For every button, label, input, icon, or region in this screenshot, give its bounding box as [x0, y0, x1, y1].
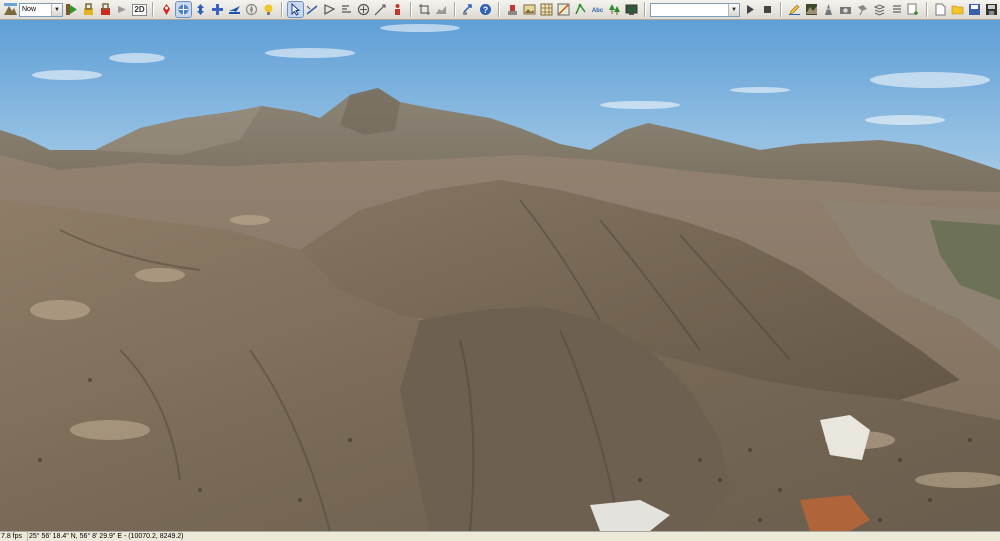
separator — [281, 2, 283, 17]
3d-terrain-viewport[interactable] — [0, 20, 1000, 531]
svg-text:Abc: Abc — [592, 8, 604, 14]
globe-rotate-icon[interactable] — [175, 1, 192, 18]
flag-red-icon[interactable] — [505, 2, 520, 17]
stop-icon[interactable] — [760, 2, 775, 17]
circle-target-icon[interactable] — [356, 2, 371, 17]
terrain-3d-icon[interactable] — [804, 2, 819, 17]
label-abc-icon[interactable]: Abc — [590, 2, 605, 17]
time-select-value: Now — [22, 6, 37, 13]
add-page-icon[interactable] — [906, 2, 921, 17]
view-mode-2d-button[interactable]: 2D — [132, 2, 147, 17]
separator — [926, 2, 928, 17]
forward-gray-icon[interactable] — [115, 2, 130, 17]
arrow-up-down-icon[interactable] — [193, 2, 208, 17]
profile-icon[interactable] — [434, 2, 449, 17]
fps-readout: 7.8 fps — [0, 532, 28, 541]
lightbulb-icon[interactable] — [261, 2, 276, 17]
draw-pencil-icon[interactable] — [787, 2, 802, 17]
tower-icon[interactable] — [821, 2, 836, 17]
pan-cross-icon[interactable] — [210, 2, 225, 17]
grid-layer-icon[interactable] — [539, 2, 554, 17]
separator — [152, 2, 154, 17]
main-toolbar: Now ▼ 2D ? Abc ▼ — [0, 0, 1000, 20]
terrain-scene — [0, 20, 1000, 531]
select-arrow-icon[interactable] — [287, 1, 304, 18]
image-layer-icon[interactable] — [522, 2, 537, 17]
play-icon[interactable] — [743, 2, 758, 17]
lock-red-icon[interactable] — [98, 2, 113, 17]
camera-icon[interactable] — [838, 2, 853, 17]
measure-area-icon[interactable] — [322, 2, 337, 17]
person-marker-icon[interactable] — [390, 2, 405, 17]
vector-green-icon[interactable] — [573, 2, 588, 17]
pin-red-icon[interactable] — [159, 2, 174, 17]
list-icon[interactable] — [889, 2, 904, 17]
satellite-icon[interactable] — [855, 2, 870, 17]
save-as-icon[interactable] — [967, 2, 982, 17]
fly-icon[interactable] — [227, 2, 242, 17]
separator — [454, 2, 456, 17]
lock-yellow-icon[interactable] — [81, 2, 96, 17]
save-floppy-icon[interactable] — [984, 2, 999, 17]
move-blue-icon[interactable] — [461, 2, 476, 17]
terrain-view-icon[interactable] — [3, 2, 18, 17]
measure-height-icon[interactable] — [339, 2, 354, 17]
crop-icon[interactable] — [417, 2, 432, 17]
status-bar: 7.8 fps 25° 56' 18.4" N, 56° 8' 29.9" E … — [0, 531, 1000, 541]
stack-layers-icon[interactable] — [872, 2, 887, 17]
svg-text:?: ? — [483, 5, 489, 15]
compass-gray-icon[interactable] — [244, 2, 259, 17]
separator — [410, 2, 412, 17]
play-green-icon[interactable] — [64, 2, 79, 17]
slope-icon[interactable] — [373, 2, 388, 17]
chevron-down-icon[interactable]: ▼ — [728, 3, 739, 16]
help-icon[interactable]: ? — [478, 2, 493, 17]
separator — [780, 2, 782, 17]
tv-layer-icon[interactable] — [624, 2, 639, 17]
chevron-down-icon[interactable]: ▼ — [51, 3, 62, 16]
coordinate-readout: 25° 56' 18.4" N, 56° 8' 29.9" E - (10070… — [29, 533, 184, 540]
time-select[interactable]: Now ▼ — [19, 2, 63, 17]
search-combo[interactable]: ▼ — [650, 2, 740, 17]
new-doc-icon[interactable] — [933, 2, 948, 17]
measure-line-icon[interactable] — [305, 2, 320, 17]
separator — [498, 2, 500, 17]
view-mode-label: 2D — [132, 3, 147, 16]
tree-layer-icon[interactable] — [607, 2, 622, 17]
separator — [644, 2, 646, 17]
road-layer-icon[interactable] — [556, 2, 571, 17]
open-folder-icon[interactable] — [950, 2, 965, 17]
